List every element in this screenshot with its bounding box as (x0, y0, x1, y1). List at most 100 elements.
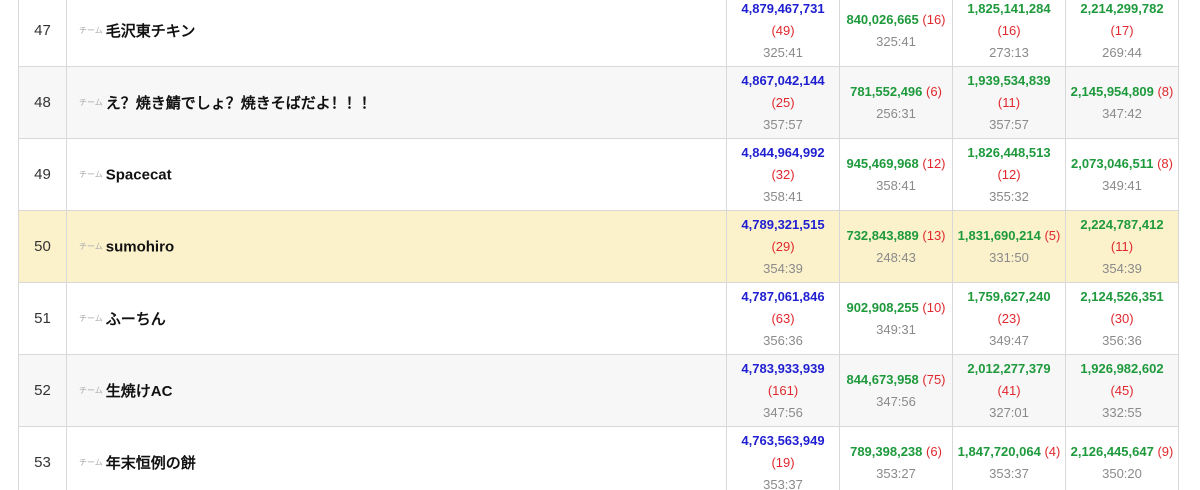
total-score: 4,844,964,992 (741, 144, 825, 160)
task-time: 354:39 (1102, 260, 1142, 276)
task-rank: (13) (922, 227, 946, 243)
task-rank: (12) (922, 155, 946, 171)
task-score: 1,825,141,284 (967, 0, 1051, 16)
task-rank: (5) (1044, 227, 1061, 243)
team-name[interactable]: 年末恒例の餅 (106, 455, 196, 472)
total-rank: (63) (771, 310, 795, 326)
total-score-cell: 4,879,467,731 (49) 325:41 (726, 0, 840, 67)
task-score: 1,939,534,839 (967, 72, 1051, 88)
team-name[interactable]: ふーちん (106, 311, 166, 328)
task-2-cell: 1,759,627,240 (23) 349:47 (952, 282, 1066, 355)
task-2-cell: 1,826,448,513 (12) 355:32 (952, 138, 1066, 211)
table-row-50[interactable]: 50 チーム sumohiro 4,789,321,515 (29) 354:39… (18, 210, 1179, 283)
task-time: 357:57 (989, 116, 1029, 132)
task-3-cell: 2,126,445,647 (9) 350:20 (1065, 426, 1179, 490)
total-score: 4,867,042,144 (741, 72, 825, 88)
team-cell[interactable]: チーム え？焼き鯖でしょ？焼きそばだよ！！！ (66, 66, 727, 139)
task-score: 1,759,627,240 (967, 288, 1051, 304)
task-2-cell: 1,825,141,284 (16) 273:13 (952, 0, 1066, 67)
task-score: 945,469,968 (846, 155, 919, 171)
task-rank: (9) (1157, 443, 1174, 459)
task-1-cell: 844,673,958 (75) 347:56 (839, 354, 953, 427)
table-row-53[interactable]: 53 チーム 年末恒例の餅 4,763,563,949 (19) 353:37 7… (18, 426, 1179, 490)
task-rank: (30) (1110, 310, 1134, 326)
task-score: 789,398,238 (850, 443, 923, 459)
total-time: 347:56 (763, 404, 803, 420)
task-3-cell: 2,214,299,782 (17) 269:44 (1065, 0, 1179, 67)
task-score: 840,026,665 (846, 11, 919, 27)
rank-value: 51 (34, 310, 51, 327)
task-time: 248:43 (876, 249, 916, 265)
task-time: 349:41 (1102, 177, 1142, 193)
task-score: 2,224,787,412 (1080, 216, 1164, 232)
rank-cell: 48 (18, 66, 67, 139)
task-time: 256:31 (876, 105, 916, 121)
team-cell[interactable]: チーム ふーちん (66, 282, 727, 355)
table-row-51[interactable]: 51 チーム ふーちん 4,787,061,846 (63) 356:36 902… (18, 282, 1179, 355)
task-rank: (16) (997, 22, 1021, 38)
task-time: 347:56 (876, 393, 916, 409)
task-rank: (45) (1110, 382, 1134, 398)
rank-cell: 53 (18, 426, 67, 490)
rank-value: 52 (34, 382, 51, 399)
table-row-52[interactable]: 52 チーム 生焼けAC 4,783,933,939 (161) 347:56 8… (18, 354, 1179, 427)
total-score: 4,879,467,731 (741, 0, 825, 16)
total-score-cell: 4,844,964,992 (32) 358:41 (726, 138, 840, 211)
task-rank: (23) (997, 310, 1021, 326)
task-time: 350:20 (1102, 465, 1142, 481)
task-score: 732,843,889 (846, 227, 919, 243)
total-score-cell: 4,787,061,846 (63) 356:36 (726, 282, 840, 355)
total-time: 356:36 (763, 332, 803, 348)
table-row-48[interactable]: 48 チーム え？焼き鯖でしょ？焼きそばだよ！！！ 4,867,042,144 (… (18, 66, 1179, 139)
total-time: 353:37 (763, 476, 803, 490)
team-cell[interactable]: チーム sumohiro (66, 210, 727, 283)
total-time: 325:41 (763, 44, 803, 60)
rank-cell: 47 (18, 0, 67, 67)
task-1-cell: 781,552,496 (6) 256:31 (839, 66, 953, 139)
rank-cell: 49 (18, 138, 67, 211)
task-time: 332:55 (1102, 404, 1142, 420)
task-score: 2,012,277,379 (967, 360, 1051, 376)
task-rank: (6) (926, 443, 942, 459)
team-prefix: チーム (79, 458, 103, 467)
rank-cell: 51 (18, 282, 67, 355)
team-cell[interactable]: チーム 毛沢東チキン (66, 0, 727, 67)
task-score: 2,073,046,511 (1071, 155, 1154, 171)
table-row-49[interactable]: 49 チーム Spacecat 4,844,964,992 (32) 358:41… (18, 138, 1179, 211)
task-time: 355:32 (989, 188, 1029, 204)
total-score-cell: 4,763,563,949 (19) 353:37 (726, 426, 840, 490)
team-cell[interactable]: チーム Spacecat (66, 138, 727, 211)
total-score: 4,789,321,515 (741, 216, 825, 232)
task-rank: (17) (1110, 22, 1134, 38)
total-rank: (25) (771, 94, 795, 110)
total-rank: (32) (771, 166, 795, 182)
task-2-cell: 1,831,690,214 (5) 331:50 (952, 210, 1066, 283)
total-rank: (49) (771, 22, 795, 38)
team-name[interactable]: 毛沢東チキン (106, 23, 196, 40)
standings-page: 47 チーム 毛沢東チキン 4,879,467,731 (49) 325:41 8… (0, 0, 1200, 490)
rank-cell: 52 (18, 354, 67, 427)
task-time: 353:27 (876, 465, 916, 481)
task-rank: (6) (926, 83, 942, 99)
total-score: 4,763,563,949 (741, 432, 825, 448)
task-time: 347:42 (1102, 105, 1142, 121)
standings-body: 47 チーム 毛沢東チキン 4,879,467,731 (49) 325:41 8… (18, 0, 1179, 490)
team-cell[interactable]: チーム 生焼けAC (66, 354, 727, 427)
task-score: 2,145,954,809 (1070, 83, 1154, 99)
task-score: 1,847,720,064 (957, 443, 1041, 459)
task-time: 273:13 (989, 44, 1029, 60)
task-1-cell: 732,843,889 (13) 248:43 (839, 210, 953, 283)
team-cell[interactable]: チーム 年末恒例の餅 (66, 426, 727, 490)
task-rank: (75) (922, 371, 946, 387)
total-rank: (19) (771, 454, 795, 470)
team-name[interactable]: Spacecat (106, 166, 172, 183)
team-prefix: チーム (79, 386, 103, 395)
team-name[interactable]: え？焼き鯖でしょ？焼きそばだよ！！！ (106, 95, 376, 112)
table-row-47[interactable]: 47 チーム 毛沢東チキン 4,879,467,731 (49) 325:41 8… (18, 0, 1179, 67)
team-name[interactable]: 生焼けAC (106, 383, 173, 400)
task-3-cell: 1,926,982,602 (45) 332:55 (1065, 354, 1179, 427)
total-time: 358:41 (763, 188, 803, 204)
rank-value: 53 (34, 454, 51, 471)
rank-value: 49 (34, 166, 51, 183)
team-name[interactable]: sumohiro (106, 238, 174, 255)
